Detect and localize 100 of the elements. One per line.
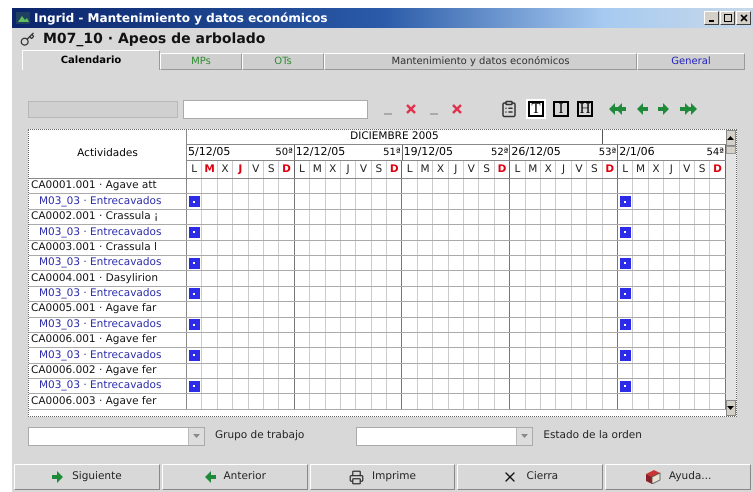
window-title: Ingrid - Mantenimiento y datos económicos xyxy=(34,10,328,27)
scrollbar[interactable] xyxy=(726,130,736,416)
last-button[interactable] xyxy=(680,103,698,115)
schedule-marker[interactable] xyxy=(188,196,200,208)
schedule-marker[interactable] xyxy=(188,226,200,238)
action-button[interactable]: Cierra xyxy=(457,464,604,490)
maximize-icon xyxy=(724,14,732,22)
schedule-marker[interactable] xyxy=(620,319,631,330)
activity-label[interactable]: M03_03 · Entrecavados xyxy=(29,225,162,240)
week-number: 51ª xyxy=(383,146,401,160)
activity-label[interactable]: M03_03 · Entrecavados xyxy=(29,318,162,332)
day-label: J xyxy=(454,162,458,177)
first-button[interactable] xyxy=(608,103,626,115)
tab[interactable]: Calendario xyxy=(22,50,160,70)
activity-label[interactable]: CA0006.002 · Agave fer xyxy=(29,364,156,378)
close-icon xyxy=(740,14,748,22)
week-number: 53ª xyxy=(598,146,616,160)
action-button[interactable]: Siguiente xyxy=(14,464,160,490)
activity-label[interactable]: CA0005.001 · Agave far xyxy=(29,302,156,317)
day-label: X xyxy=(221,162,229,177)
day-label: M xyxy=(528,162,538,177)
activity-label[interactable]: M03_03 · Entrecavados xyxy=(29,256,162,270)
view-button[interactable]: T xyxy=(526,99,546,119)
down-arrow-icon xyxy=(727,406,734,410)
day-label: L xyxy=(622,162,628,177)
week-date: 2/1/06 xyxy=(619,144,655,160)
action-button[interactable]: Anterior xyxy=(162,464,308,490)
filter-label: Grupo de trabajo xyxy=(215,428,304,444)
week-date: 26/12/05 xyxy=(511,144,561,160)
day-label: J xyxy=(238,162,242,177)
day-label: X xyxy=(329,162,336,177)
minimize-button[interactable] xyxy=(704,11,719,25)
delete-icon[interactable] xyxy=(406,104,416,114)
activity-label[interactable]: CA0002.001 · Crassula ¡ xyxy=(29,210,158,224)
activity-label[interactable]: M03_03 · Entrecavados xyxy=(29,194,162,209)
day-label: V xyxy=(683,162,690,177)
printer-icon xyxy=(349,470,364,484)
day-label: L xyxy=(406,162,413,177)
schedule-marker[interactable] xyxy=(188,319,200,330)
schedule-marker[interactable] xyxy=(620,350,631,361)
activity-label[interactable]: CA0001.001 · Agave att xyxy=(29,179,157,194)
scroll-up-button[interactable] xyxy=(726,130,736,146)
scroll-thumb[interactable] xyxy=(726,146,736,154)
next-button[interactable] xyxy=(658,103,670,115)
activity-label[interactable]: M03_03 · Entrecavados xyxy=(29,286,162,302)
filter-label: Estado de la orden xyxy=(543,428,642,444)
clipboard-icon[interactable] xyxy=(500,100,518,118)
day-label: X xyxy=(544,162,552,177)
double-right-arrow-icon xyxy=(680,103,698,115)
previous-button[interactable] xyxy=(636,103,648,115)
day-label: M xyxy=(312,162,322,177)
left-arrow-icon xyxy=(204,471,216,483)
schedule-marker[interactable] xyxy=(620,258,631,269)
activity-label[interactable]: CA0003.001 · Crassula l xyxy=(29,240,157,255)
day-label: X xyxy=(652,162,660,177)
day-label: S xyxy=(268,162,274,177)
scroll-down-button[interactable] xyxy=(726,400,736,416)
schedule-marker[interactable] xyxy=(188,380,200,392)
week-date: 5/12/05 xyxy=(188,144,230,160)
action-button[interactable]: Ayuda... xyxy=(605,464,751,490)
schedule-marker[interactable] xyxy=(620,196,631,208)
schedule-marker[interactable] xyxy=(188,350,200,361)
week-number: 50ª xyxy=(275,146,293,160)
action-button[interactable]: Imprime xyxy=(310,464,456,490)
tab[interactable]: General xyxy=(637,53,745,70)
search-field[interactable] xyxy=(183,100,368,118)
day-label: D xyxy=(390,162,399,177)
day-label: S xyxy=(591,162,598,177)
day-label: V xyxy=(360,162,368,177)
schedule-marker[interactable] xyxy=(620,226,631,238)
schedule-marker[interactable] xyxy=(188,258,200,269)
day-label: V xyxy=(575,162,583,177)
tab[interactable]: Mantenimiento y datos económicos xyxy=(324,53,637,70)
schedule-marker[interactable] xyxy=(188,288,200,300)
schedule-marker[interactable] xyxy=(620,380,631,392)
view-button[interactable]: I xyxy=(552,99,570,119)
activity-label[interactable]: CA0004.001 · Dasylirion xyxy=(29,271,158,286)
day-label: L xyxy=(514,162,520,177)
day-label: D xyxy=(498,162,506,177)
delete-icon[interactable] xyxy=(452,104,462,114)
day-label: D xyxy=(605,162,614,177)
activity-label[interactable]: CA0006.003 · Agave fer xyxy=(29,394,156,409)
activity-label[interactable]: M03_03 · Entrecavados xyxy=(29,348,162,363)
dropdown-icon[interactable] xyxy=(188,428,204,444)
close-button[interactable] xyxy=(736,11,751,25)
day-label: L xyxy=(191,162,198,177)
day-label: X xyxy=(436,162,444,177)
day-label: D xyxy=(282,162,291,177)
schedule-marker[interactable] xyxy=(620,288,631,300)
activity-label[interactable]: CA0006.001 · Agave fer xyxy=(29,332,156,348)
day-label: V xyxy=(252,162,260,177)
day-label: L xyxy=(299,162,305,177)
view-button[interactable]: H xyxy=(576,99,594,119)
maximize-button[interactable] xyxy=(720,11,735,25)
day-label: J xyxy=(670,162,673,177)
activity-label[interactable]: M03_03 · Entrecavados xyxy=(29,379,162,394)
month-header: DICIEMBRE 2005 xyxy=(187,130,603,144)
day-label: J xyxy=(562,162,566,177)
dropdown-icon[interactable] xyxy=(516,428,532,444)
week-number: 54ª xyxy=(706,146,724,160)
